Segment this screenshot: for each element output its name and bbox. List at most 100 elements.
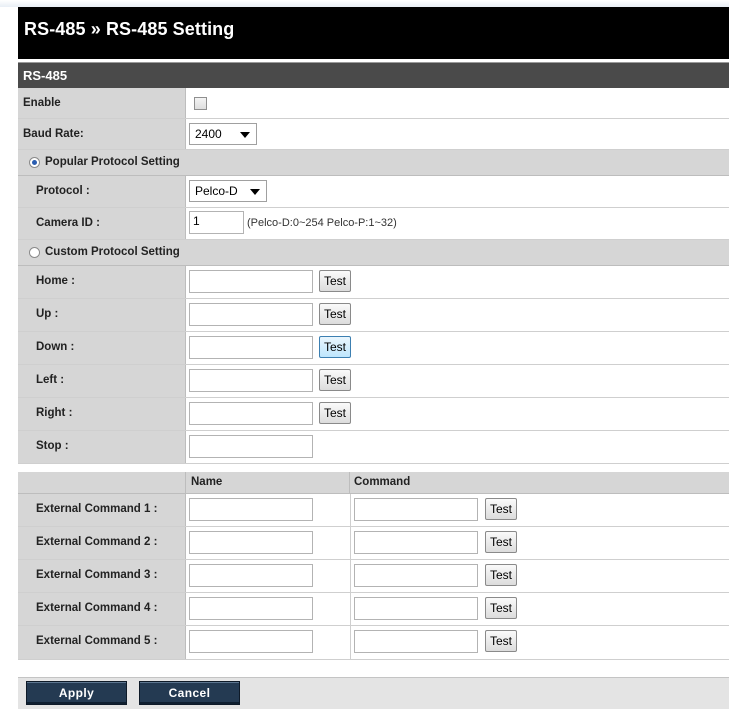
custom-command-input[interactable] <box>189 336 313 359</box>
column-divider <box>350 494 351 526</box>
custom-command-row: Up : Test <box>18 299 729 332</box>
custom-command-label: Up : <box>36 308 59 320</box>
apply-button[interactable]: Apply <box>26 681 127 705</box>
chevron-down-icon <box>250 189 260 195</box>
camera-id-input[interactable]: 1 <box>189 211 244 234</box>
action-bar: Apply Cancel <box>18 677 729 709</box>
baud-rate-value: 2400 <box>195 127 222 141</box>
protocol-value: Pelco-D <box>195 184 238 198</box>
custom-command-label-cell: Stop : <box>18 431 186 463</box>
protocol-label: Protocol : <box>36 185 90 197</box>
external-command-row: External Command 3 : Test <box>18 560 729 593</box>
popular-protocol-label: Popular Protocol Setting <box>45 156 180 168</box>
custom-command-label-cell: Down : <box>18 332 186 364</box>
name-column-header: Name <box>186 472 350 494</box>
external-command-test-button[interactable]: Test <box>485 597 518 619</box>
baud-rate-label-cell: Baud Rate: <box>18 119 186 149</box>
external-command-row: External Command 5 : Test <box>18 626 729 660</box>
custom-protocol-group: Custom Protocol Setting <box>18 240 729 266</box>
chevron-down-icon <box>240 132 250 138</box>
custom-command-label: Right : <box>36 407 73 419</box>
external-command-test-button[interactable]: Test <box>485 498 518 520</box>
name-header-label: Name <box>191 476 223 488</box>
external-command-value-cell: Test <box>186 560 729 592</box>
external-command-value-cell: Test <box>186 626 729 659</box>
external-name-input[interactable] <box>189 531 313 554</box>
external-command-header: Name Command <box>18 472 729 494</box>
external-command-input[interactable] <box>354 597 478 620</box>
baud-rate-select[interactable]: 2400 <box>189 123 257 145</box>
external-command-input[interactable] <box>354 564 478 587</box>
custom-command-test-button[interactable]: Test <box>319 402 352 424</box>
custom-command-test-button[interactable]: Test <box>319 369 352 391</box>
enable-label: Enable <box>23 97 61 109</box>
custom-command-input[interactable] <box>189 303 313 326</box>
external-command-test-button[interactable]: Test <box>485 531 518 553</box>
external-command-row: External Command 4 : Test <box>18 593 729 626</box>
camera-id-label-cell: Camera ID : <box>18 208 186 239</box>
column-divider <box>350 527 351 559</box>
custom-command-label-cell: Right : <box>18 398 186 430</box>
external-command-value-cell: Test <box>186 494 729 526</box>
external-command-input[interactable] <box>354 630 478 653</box>
custom-command-test-button[interactable]: Test <box>319 270 352 292</box>
external-name-input[interactable] <box>189 564 313 587</box>
custom-command-input[interactable] <box>189 435 313 458</box>
custom-command-value-cell: Test <box>186 266 729 298</box>
custom-command-input[interactable] <box>189 270 313 293</box>
baud-rate-label: Baud Rate: <box>23 128 84 140</box>
column-divider <box>350 626 351 659</box>
page-title: RS-485 » RS-485 Setting <box>24 19 235 39</box>
custom-command-row: Stop : <box>18 431 729 464</box>
custom-command-test-button[interactable]: Test <box>319 303 352 325</box>
custom-command-input[interactable] <box>189 402 313 425</box>
custom-command-input[interactable] <box>189 369 313 392</box>
enable-checkbox[interactable] <box>194 97 207 110</box>
custom-command-row: Home : Test <box>18 266 729 299</box>
external-command-label-cell: External Command 3 : <box>18 560 186 592</box>
custom-command-label-cell: Left : <box>18 365 186 397</box>
external-command-label-cell: External Command 1 : <box>18 494 186 526</box>
external-name-input[interactable] <box>189 630 313 653</box>
custom-command-test-button[interactable]: Test <box>319 336 352 358</box>
popular-protocol-group: Popular Protocol Setting <box>18 150 729 176</box>
external-name-input[interactable] <box>189 597 313 620</box>
command-column-header: Command <box>350 472 729 494</box>
cancel-button[interactable]: Cancel <box>139 681 240 705</box>
protocol-value-cell: Pelco-D <box>186 176 729 207</box>
enable-label-cell: Enable <box>18 88 186 118</box>
camera-id-value-cell: 1 (Pelco-D:0~254 Pelco-P:1~32) <box>186 208 729 239</box>
external-command-label: External Command 4 : <box>36 602 158 614</box>
external-command-row: External Command 2 : Test <box>18 527 729 560</box>
camera-id-hint: (Pelco-D:0~254 Pelco-P:1~32) <box>247 217 397 229</box>
external-command-test-button[interactable]: Test <box>485 630 518 652</box>
column-divider <box>350 560 351 592</box>
custom-command-value-cell: Test <box>186 299 729 331</box>
external-name-input[interactable] <box>189 498 313 521</box>
custom-command-value-cell: Test <box>186 398 729 430</box>
custom-protocol-radio[interactable] <box>29 247 40 258</box>
custom-command-value-cell <box>186 431 729 463</box>
protocol-label-cell: Protocol : <box>18 176 186 207</box>
protocol-select[interactable]: Pelco-D <box>189 180 267 202</box>
external-command-label-cell: External Command 4 : <box>18 593 186 625</box>
external-command-label: External Command 5 : <box>36 635 158 647</box>
external-command-label: External Command 2 : <box>36 536 158 548</box>
custom-command-label-cell: Up : <box>18 299 186 331</box>
popular-protocol-radio[interactable] <box>29 157 40 168</box>
protocol-row: Protocol : Pelco-D <box>18 176 729 208</box>
custom-command-value-cell: Test <box>186 332 729 364</box>
enable-value-cell <box>186 88 729 118</box>
custom-command-row: Right : Test <box>18 398 729 431</box>
external-command-input[interactable] <box>354 498 478 521</box>
custom-command-label: Left : <box>36 374 65 386</box>
custom-protocol-label: Custom Protocol Setting <box>45 246 180 258</box>
external-command-value-cell: Test <box>186 527 729 559</box>
external-command-test-button[interactable]: Test <box>485 564 518 586</box>
camera-id-value: 1 <box>193 214 200 228</box>
external-command-input[interactable] <box>354 531 478 554</box>
command-header-label: Command <box>354 476 411 488</box>
external-header-blank <box>18 472 186 494</box>
top-edge <box>0 0 729 7</box>
title-bar: RS-485 » RS-485 Setting <box>18 7 729 59</box>
